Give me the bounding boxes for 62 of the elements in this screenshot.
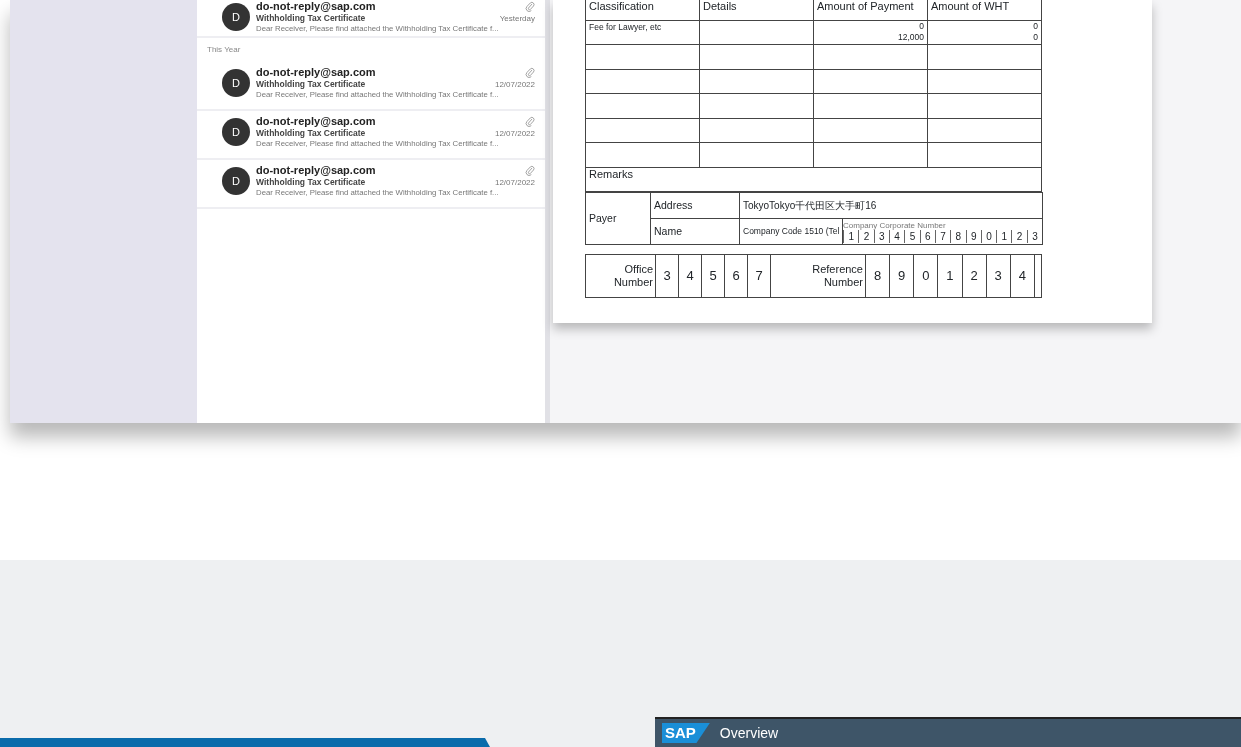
app-title: Overview <box>719 723 779 743</box>
digit-text: 5 <box>701 254 725 298</box>
digit-text: 6 <box>724 254 748 298</box>
column-header: Amount of WHT <box>927 0 1042 20</box>
amount-value: 12,000 <box>897 31 924 43</box>
classification-text: Fee for Lawyer, etc <box>589 21 662 32</box>
sender-text: do-not-reply@sap.com <box>256 0 376 13</box>
digit-text: 4 <box>1010 254 1035 298</box>
digit-text: 1 <box>843 229 859 243</box>
avatar-circle: D <box>222 118 250 146</box>
digit-text: 7 <box>934 229 951 243</box>
digit-text: 7 <box>747 254 771 298</box>
column-header: Amount of Payment <box>813 0 928 20</box>
amount-value: 0 <box>1032 20 1038 32</box>
remarks-label: Remarks <box>585 167 1042 192</box>
address-label: Address <box>650 192 740 219</box>
date-text: 12/07/2022 <box>494 128 535 139</box>
subject-text: Withholding Tax Certificate <box>256 128 366 139</box>
avatar-circle: D <box>222 69 250 97</box>
digit-text: 3 <box>986 254 1011 298</box>
sender-text: do-not-reply@sap.com <box>256 164 376 177</box>
payer-label: Payer <box>585 192 651 245</box>
digit-text: 1 <box>937 254 962 298</box>
sender-text: do-not-reply@sap.com <box>256 115 376 128</box>
digit-text: 0 <box>980 229 997 243</box>
sender-text: do-not-reply@sap.com <box>256 66 376 79</box>
digit-text: 2 <box>962 254 987 298</box>
section-heading: This Year <box>206 44 242 56</box>
digit-text: 8 <box>950 229 966 243</box>
digit-text: 4 <box>888 229 905 243</box>
digit-text: 3 <box>655 254 679 298</box>
digit-text: 8 <box>865 254 890 298</box>
digit-text: 2 <box>858 229 874 243</box>
logo: SAP <box>662 723 710 743</box>
amount-value: 0 <box>1032 31 1038 43</box>
date-text: Yesterday <box>499 13 535 24</box>
digit-text: 3 <box>873 229 889 243</box>
date-text: 12/07/2022 <box>494 79 535 90</box>
digit-text: 9 <box>965 229 981 243</box>
subject-text: Withholding Tax Certificate <box>256 79 366 90</box>
name-value: Company Code 1510 (Tel <box>739 218 843 245</box>
date-text: 12/07/2022 <box>494 177 535 188</box>
digit-text: 0 <box>913 254 938 298</box>
digit-text: 1 <box>996 229 1012 243</box>
subject-text: Withholding Tax Certificate <box>256 177 366 188</box>
column-header: Classification <box>585 0 700 20</box>
digit-text: 4 <box>678 254 702 298</box>
subject-text: Withholding Tax Certificate <box>256 13 366 24</box>
avatar-circle: D <box>222 3 250 31</box>
corporate-number-label: Company Corporate Number <box>843 220 947 230</box>
reference-number-label: Reference Number <box>770 254 866 298</box>
amount-value: 0 <box>918 20 924 32</box>
digit-text: 6 <box>919 229 935 243</box>
digit-text: 9 <box>889 254 914 298</box>
name-label: Name <box>650 218 740 245</box>
digit-text: 3 <box>1026 229 1043 243</box>
avatar-circle: D <box>222 167 250 195</box>
digit-text: 5 <box>904 229 920 243</box>
digit-text: 2 <box>1011 229 1027 243</box>
address-value: TokyoTokyo千代田区大手町16 <box>739 192 1043 219</box>
column-header: Details <box>699 0 814 20</box>
office-number-label: Office Number <box>585 254 656 298</box>
